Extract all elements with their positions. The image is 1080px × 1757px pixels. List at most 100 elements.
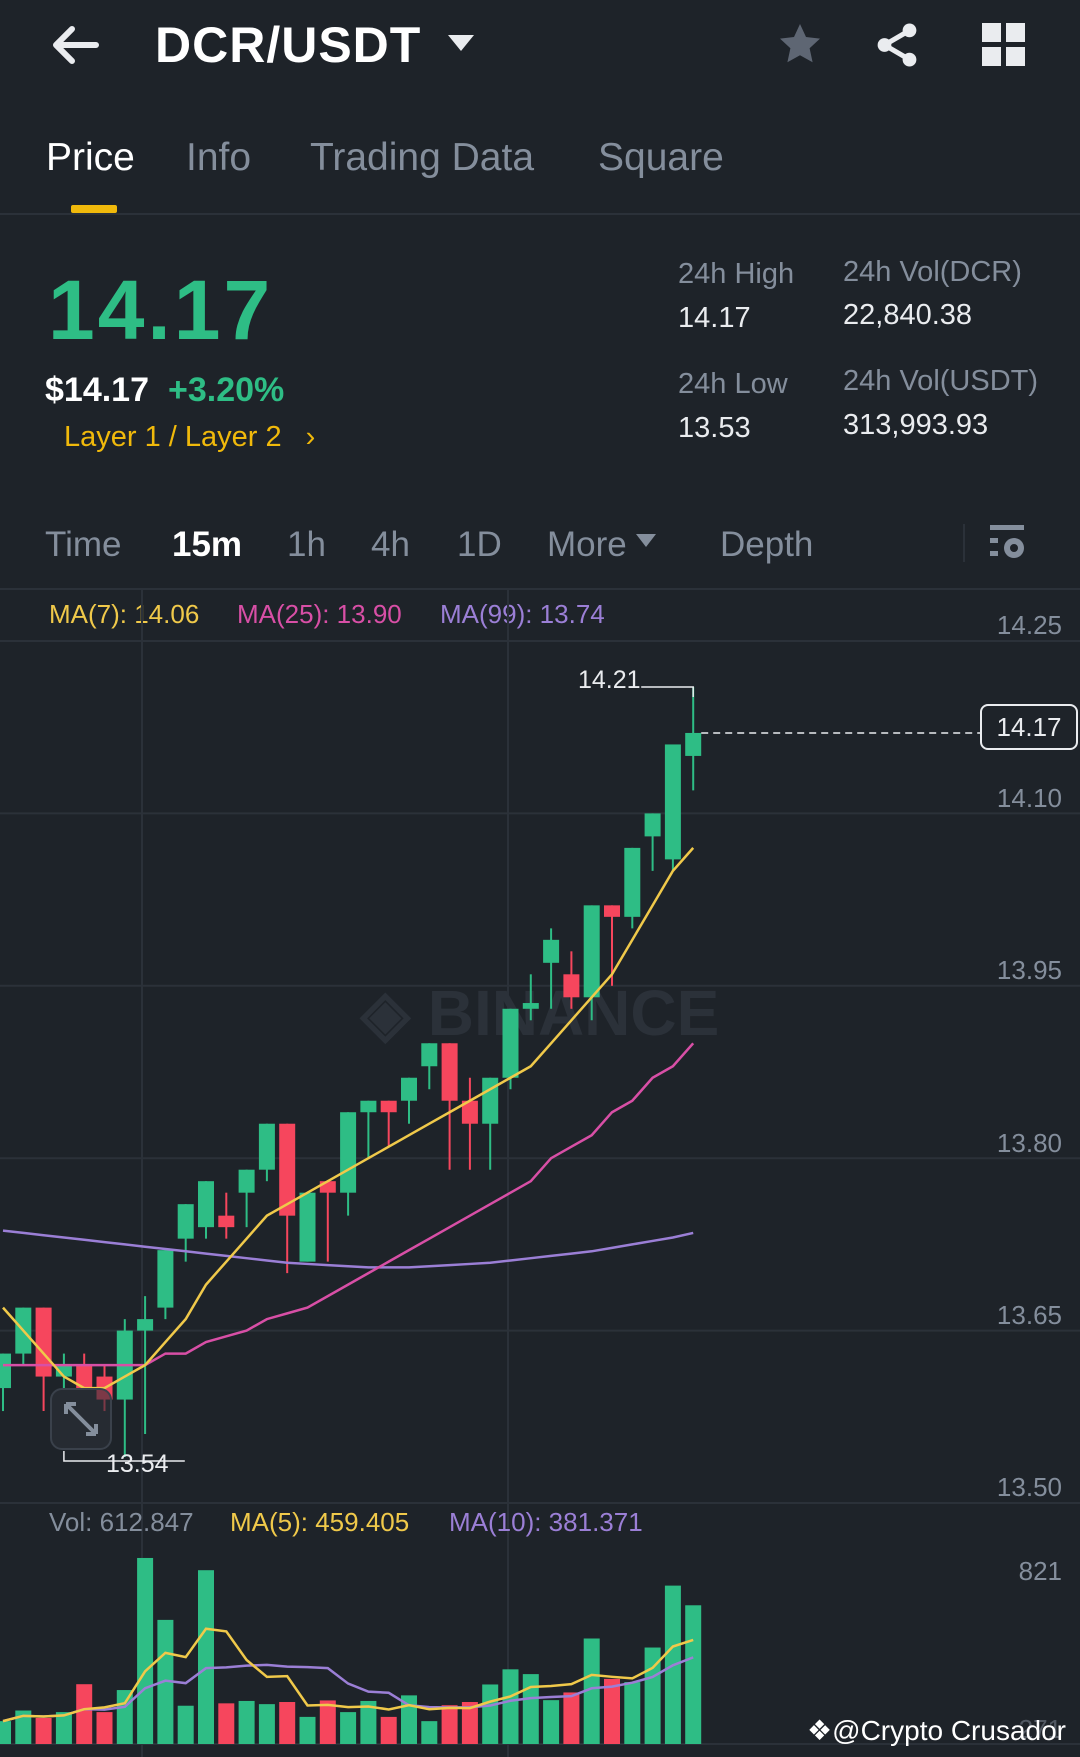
interval-1d[interactable]: 1D xyxy=(457,525,502,565)
usd-price: $14.17 xyxy=(45,371,149,409)
volume-bar xyxy=(543,1700,560,1744)
tab-square[interactable]: Square xyxy=(598,136,724,180)
candle-up xyxy=(299,1192,316,1262)
candle-up xyxy=(401,1077,417,1101)
candle-down xyxy=(218,1215,235,1228)
volume-bar xyxy=(482,1684,499,1744)
share-icon[interactable] xyxy=(872,20,922,70)
category-tags-link[interactable]: Layer 1 / Layer 2 › xyxy=(64,421,315,454)
volume-bar xyxy=(685,1605,702,1744)
volume-bar xyxy=(198,1570,214,1744)
caret-down-icon xyxy=(636,534,657,547)
candle-up xyxy=(360,1100,377,1113)
candle-up xyxy=(177,1204,194,1239)
candle-down xyxy=(563,974,580,998)
low-label: 24h Low xyxy=(678,368,788,400)
pair-dropdown-icon[interactable] xyxy=(446,33,476,53)
watermark-text: @Crypto Crusador xyxy=(832,1715,1066,1746)
volume-bar xyxy=(604,1678,620,1744)
high-label: 24h High xyxy=(678,258,795,290)
candle-down xyxy=(319,1181,336,1193)
fullscreen-button[interactable] xyxy=(50,1388,112,1450)
chevron-right-icon: › xyxy=(305,421,316,453)
binance-watermark: ◈ BINANCE xyxy=(359,977,720,1049)
volume-bar xyxy=(137,1557,154,1744)
tab-trading-data[interactable]: Trading Data xyxy=(310,136,534,180)
tab-info[interactable]: Info xyxy=(186,136,251,180)
candle-up xyxy=(502,1008,519,1078)
volume-bar xyxy=(279,1702,296,1744)
candle-down xyxy=(441,1043,458,1101)
volume-legend: Vol: 612.847 xyxy=(49,1507,194,1537)
divider xyxy=(0,213,1080,215)
grid-menu-icon[interactable] xyxy=(982,23,1026,67)
candle-down xyxy=(604,905,620,917)
favorite-star-icon[interactable] xyxy=(775,20,825,68)
volume-bar xyxy=(380,1716,397,1744)
expand-icon xyxy=(64,1402,98,1436)
volume-bar xyxy=(35,1717,52,1744)
volume-bar xyxy=(624,1682,641,1744)
volume-ma10-legend: MA(10): 381.371 xyxy=(449,1507,643,1537)
volume-bar xyxy=(319,1700,336,1744)
volume-bar xyxy=(96,1712,113,1744)
back-button[interactable] xyxy=(48,20,102,70)
interval-15m[interactable]: 15m xyxy=(172,525,242,565)
candle-up xyxy=(238,1169,255,1193)
candle-up xyxy=(583,905,600,998)
volume-bar xyxy=(177,1705,194,1744)
volume-bar xyxy=(299,1716,316,1744)
candle-up xyxy=(340,1112,357,1193)
candle-up xyxy=(543,939,560,963)
interval-time[interactable]: Time xyxy=(45,525,121,565)
volume-bar xyxy=(340,1712,357,1744)
volume-bar xyxy=(522,1674,539,1744)
tab-price[interactable]: Price xyxy=(46,136,135,180)
current-price-marker[interactable]: 14.17 xyxy=(980,704,1078,750)
interval-1h[interactable]: 1h xyxy=(287,525,326,565)
volume-bar xyxy=(238,1700,255,1744)
back-arrow-icon xyxy=(53,26,99,64)
diamond-logo-icon: ❖ xyxy=(807,1715,833,1746)
volume-bar xyxy=(0,1721,11,1744)
volume-bar xyxy=(116,1690,133,1744)
volume-bar xyxy=(76,1684,93,1744)
price-change: +3.20% xyxy=(168,371,285,409)
watermark: ❖@Crypto Crusador xyxy=(807,1714,1066,1747)
candle-up xyxy=(644,813,661,837)
volume-bar xyxy=(441,1705,458,1744)
more-label: More xyxy=(547,525,627,564)
vol-base-label: 24h Vol(DCR) xyxy=(843,256,1022,288)
vol-base-value: 22,840.38 xyxy=(843,299,973,331)
low-value: 13.53 xyxy=(678,412,751,444)
volume-bar xyxy=(258,1704,275,1744)
divider xyxy=(963,524,965,562)
category-tags: Layer 1 / Layer 2 xyxy=(64,421,282,453)
candle-up xyxy=(421,1043,438,1067)
last-price: 14.17 xyxy=(48,263,274,357)
ma99-line xyxy=(2,1229,694,1269)
candle-up xyxy=(137,1319,154,1331)
volume-bar xyxy=(502,1669,519,1744)
chart-settings-icon[interactable] xyxy=(988,523,1028,563)
candle-up xyxy=(157,1250,174,1308)
max-price-label: 14.21 xyxy=(578,666,641,694)
candle-up xyxy=(522,1003,539,1009)
interval-depth[interactable]: Depth xyxy=(720,525,813,565)
vol-quote-label: 24h Vol(USDT) xyxy=(843,365,1039,397)
interval-more[interactable]: More xyxy=(547,525,657,565)
candle-up xyxy=(0,1353,11,1389)
volume-bar xyxy=(218,1703,235,1744)
interval-4h[interactable]: 4h xyxy=(371,525,410,565)
volume-bar xyxy=(563,1692,580,1744)
max-price-pointer xyxy=(641,686,694,697)
candle-down xyxy=(380,1100,397,1113)
candlestick-chart[interactable]: ◈ BINANCE xyxy=(0,590,1080,1757)
pair-title[interactable]: DCR/USDT xyxy=(155,16,421,74)
candle-up xyxy=(624,847,641,917)
volume-bar xyxy=(421,1721,438,1744)
vol-quote-value: 313,993.93 xyxy=(843,409,989,441)
volume-ma5-legend: MA(5): 459.405 xyxy=(230,1507,410,1537)
active-tab-indicator xyxy=(71,205,117,213)
min-price-label: 13.54 xyxy=(106,1450,169,1478)
